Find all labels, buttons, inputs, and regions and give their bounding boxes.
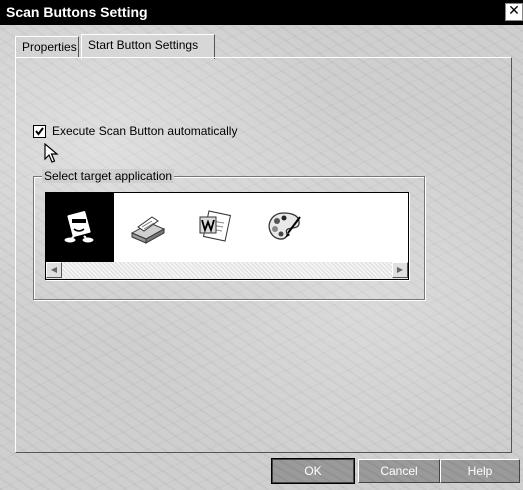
scan-buttons-dialog: Scan Buttons Setting ✕ Properties Start … <box>0 0 523 490</box>
mouse-pointer-icon <box>44 143 59 163</box>
scroll-right-button[interactable]: ▶ <box>392 262 408 278</box>
help-button[interactable]: Help <box>440 459 520 483</box>
scroll-left-button[interactable]: ◀ <box>46 262 62 278</box>
title-bar[interactable]: Scan Buttons Setting ✕ <box>0 0 523 25</box>
app-item-scanner-mascot[interactable] <box>46 193 114 263</box>
scanner-mascot-icon <box>63 209 95 244</box>
paint-palette-icon <box>268 212 301 240</box>
horizontal-scrollbar[interactable]: ◀ ▶ <box>46 262 408 279</box>
execute-auto-label[interactable]: Execute Scan Button automatically <box>52 124 237 138</box>
tab-properties[interactable]: Properties <box>15 36 79 58</box>
target-application-legend: Select target application <box>42 169 175 183</box>
tab-start-button-settings[interactable]: Start Button Settings <box>81 34 215 59</box>
cancel-button[interactable]: Cancel <box>358 459 440 483</box>
checkmark-icon <box>35 127 44 136</box>
application-list[interactable]: ◀ ▶ <box>45 192 409 280</box>
execute-auto-checkbox[interactable] <box>33 125 46 138</box>
ok-button[interactable]: OK <box>271 458 355 484</box>
close-button[interactable]: ✕ <box>505 3 523 21</box>
app-item-word[interactable] <box>182 193 250 263</box>
window-title: Scan Buttons Setting <box>6 4 148 20</box>
word-document-icon <box>199 210 232 242</box>
app-item-paint[interactable] <box>250 193 318 263</box>
app-item-fax[interactable] <box>114 193 182 263</box>
fax-machine-icon <box>130 216 166 244</box>
scroll-track[interactable] <box>62 262 392 278</box>
